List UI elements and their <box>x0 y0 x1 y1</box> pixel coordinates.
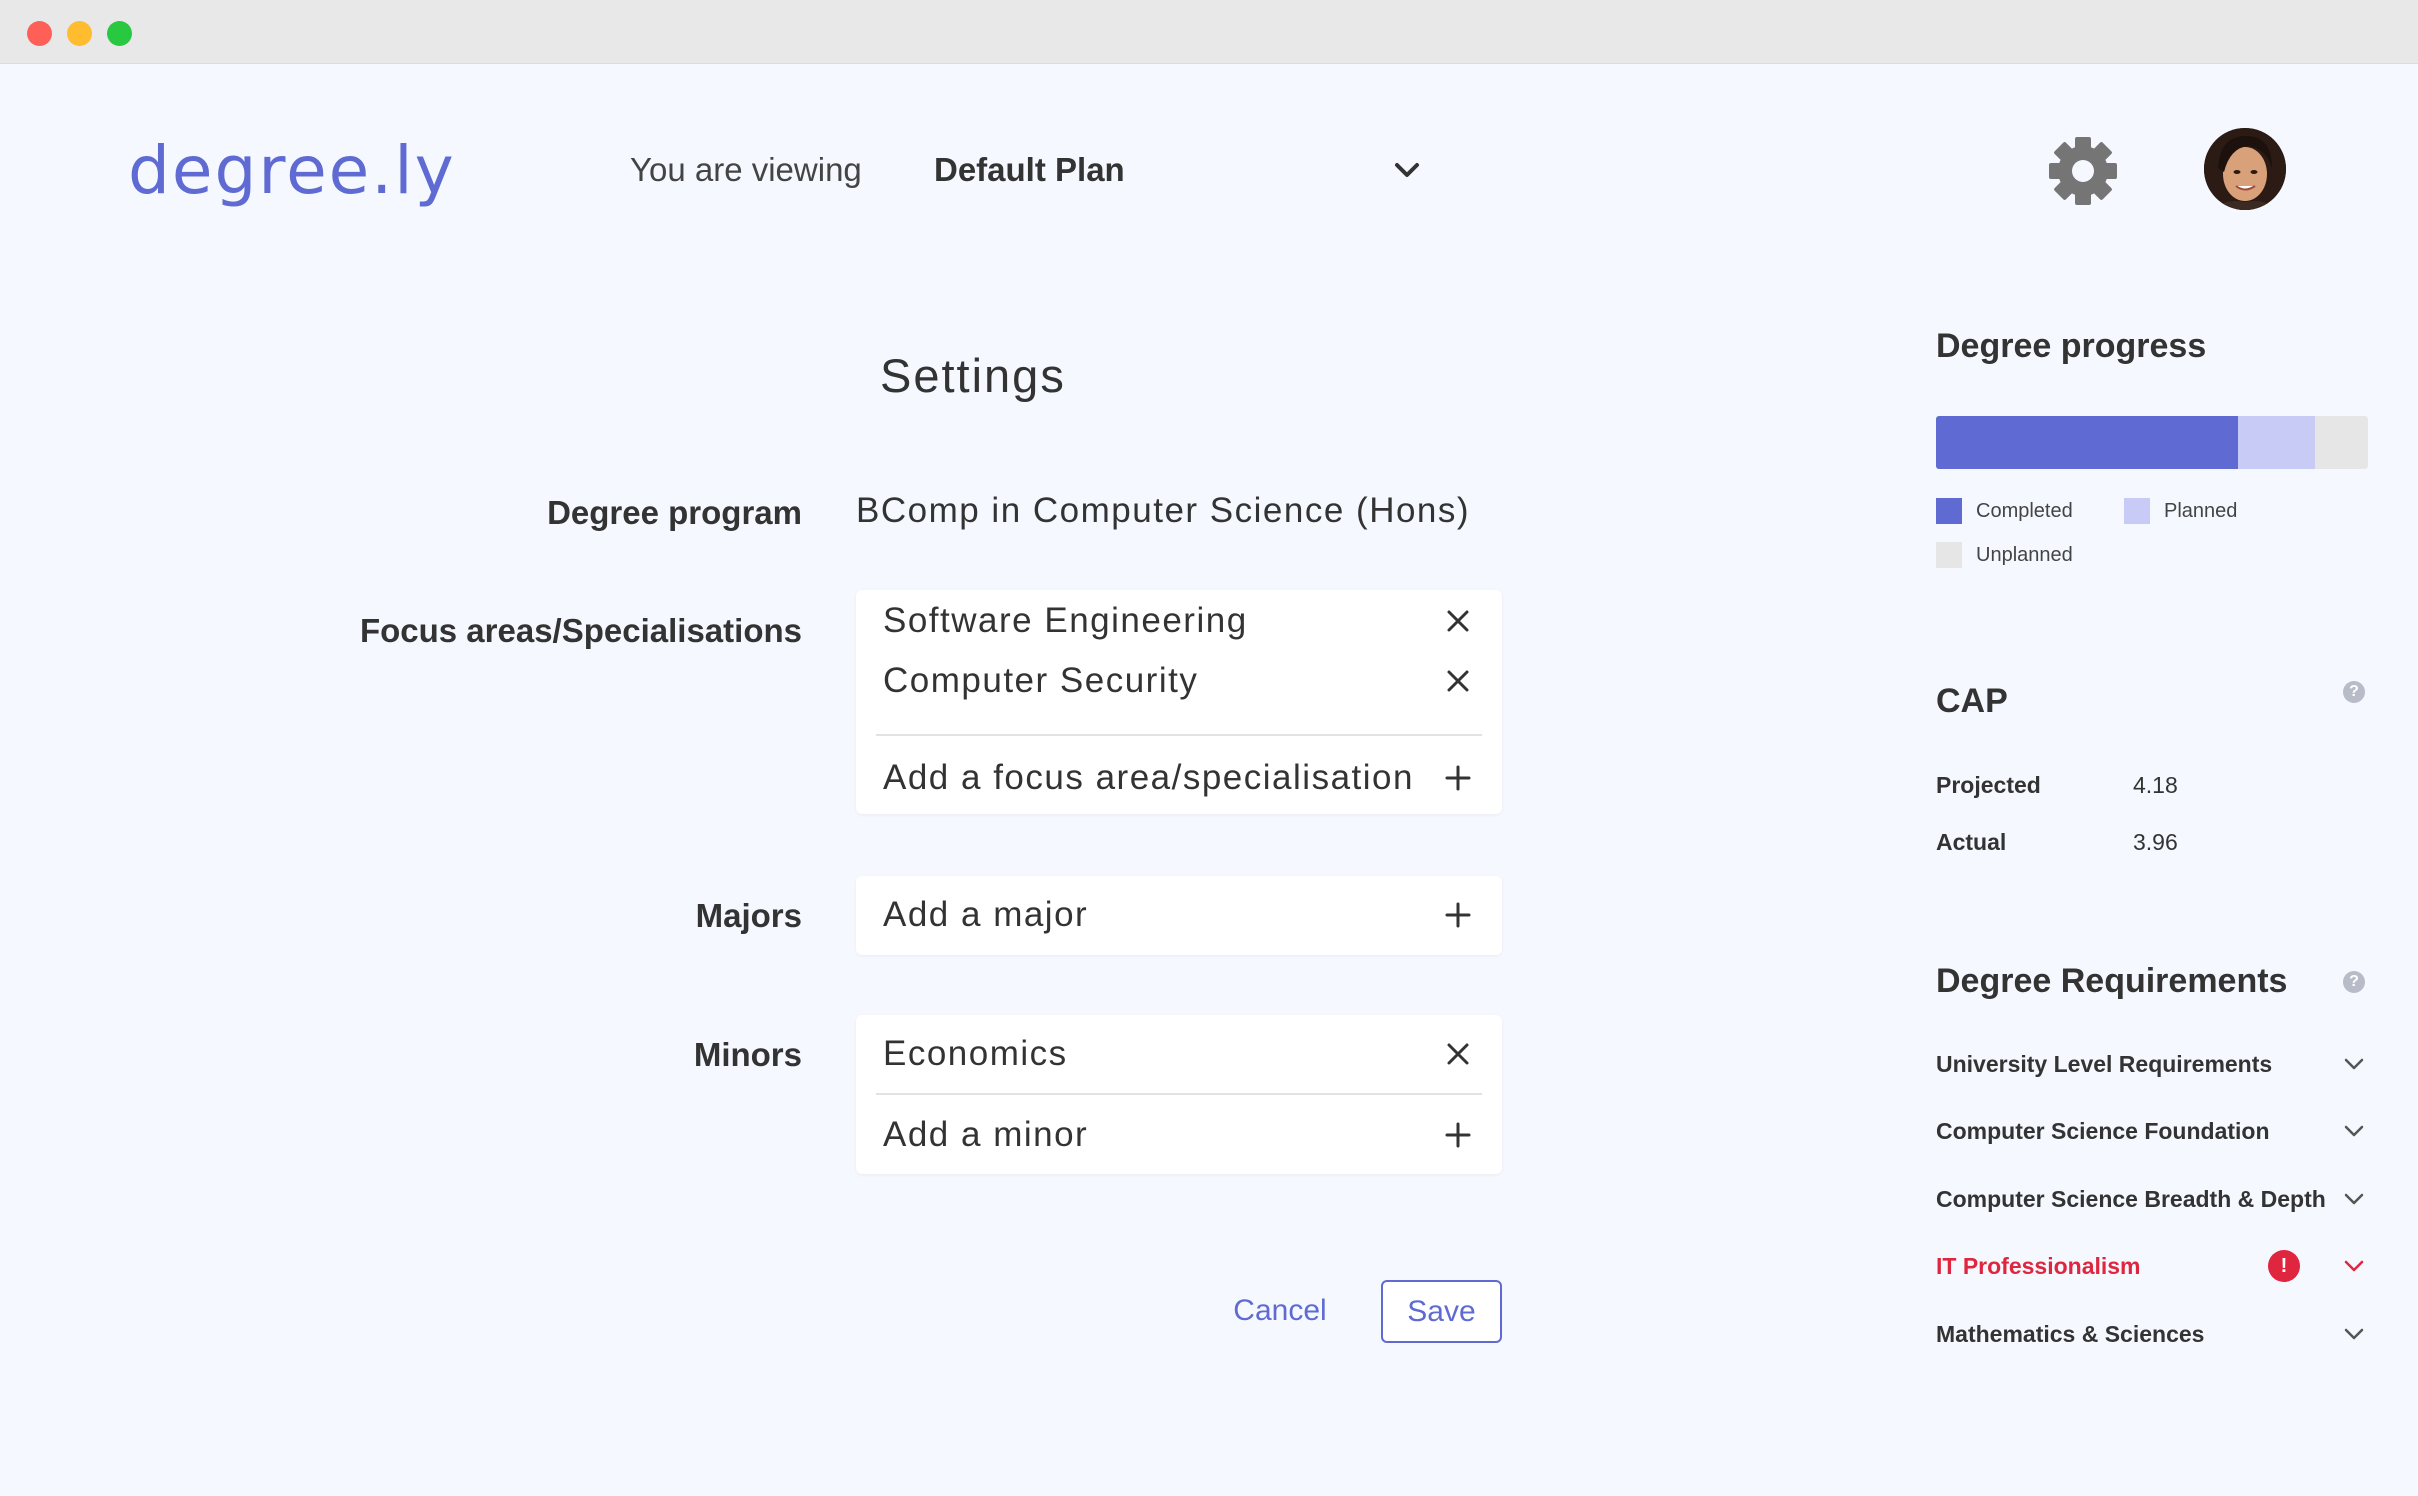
requirement-math-sciences[interactable]: Mathematics & Sciences <box>1936 1312 2366 1356</box>
plus-icon[interactable] <box>1444 1121 1472 1149</box>
majors-card: Add a major <box>856 876 1502 955</box>
requirement-label: IT Professionalism <box>1936 1252 2141 1279</box>
legend-swatch-planned <box>2124 498 2150 524</box>
cap-actual-label: Actual <box>1936 829 2007 855</box>
cap-projected-value: 4.18 <box>2133 772 2178 798</box>
legend-planned-label: Planned <box>2164 499 2238 522</box>
plus-icon[interactable] <box>1444 764 1472 792</box>
add-minor-label: Add a minor <box>883 1115 1089 1154</box>
help-icon[interactable]: ? <box>2343 971 2365 993</box>
legend-planned: Planned <box>2124 498 2237 524</box>
avatar-image <box>2204 128 2286 210</box>
requirement-label: University Level Requirements <box>1936 1050 2273 1077</box>
add-major-button[interactable]: Add a major <box>856 885 1502 945</box>
progress-planned-segment <box>2238 416 2316 469</box>
requirement-it-professionalism[interactable]: IT Professionalism <box>1936 1244 2366 1288</box>
save-button[interactable]: Save <box>1381 1280 1502 1343</box>
list-item: Software Engineering <box>856 591 1502 651</box>
user-avatar[interactable] <box>2204 128 2286 210</box>
warning-icon: ! <box>2268 1250 2300 1282</box>
add-focus-area-label: Add a focus area/specialisation <box>883 758 1414 797</box>
plan-select[interactable]: Default Plan <box>934 140 1424 200</box>
gear-icon[interactable] <box>2046 134 2120 208</box>
add-focus-area-button[interactable]: Add a focus area/specialisation <box>856 748 1502 808</box>
close-window-button[interactable] <box>27 21 52 46</box>
legend-swatch-completed <box>1936 498 1962 524</box>
degree-progress-bar <box>1936 416 2368 469</box>
divider <box>876 1093 1482 1095</box>
focus-item-label: Software Engineering <box>883 601 1248 640</box>
degree-requirements-title: Degree Requirements <box>1936 962 2288 1000</box>
list-item: Economics <box>856 1024 1502 1084</box>
list-item: Computer Security <box>856 651 1502 711</box>
requirement-cs-foundation[interactable]: Computer Science Foundation <box>1936 1109 2366 1153</box>
focus-item-label: Computer Security <box>883 661 1199 700</box>
requirement-cs-breadth-depth[interactable]: Computer Science Breadth & Depth <box>1936 1177 2366 1221</box>
chevron-down-icon <box>2344 1125 2364 1137</box>
close-icon[interactable] <box>1444 667 1472 695</box>
legend-swatch-unplanned <box>1936 542 1962 568</box>
page-title: Settings <box>880 349 1066 402</box>
cap-actual-value: 3.96 <box>2133 829 2178 855</box>
close-icon[interactable] <box>1444 607 1472 635</box>
degree-program-value: BComp in Computer Science (Hons) <box>856 491 1471 530</box>
plan-select-value: Default Plan <box>934 151 1125 188</box>
viewing-label: You are viewing <box>630 151 862 188</box>
add-major-label: Add a major <box>883 895 1089 934</box>
focus-areas-label: Focus areas/Specialisations <box>359 612 802 649</box>
requirement-university-level[interactable]: University Level Requirements <box>1936 1042 2366 1086</box>
requirement-label: Computer Science Foundation <box>1936 1117 2270 1144</box>
majors-label: Majors <box>695 897 802 934</box>
minors-card: Economics Add a minor <box>856 1015 1502 1174</box>
chevron-down-icon <box>2344 1193 2364 1205</box>
help-icon[interactable]: ? <box>2343 681 2365 703</box>
minimize-window-button[interactable] <box>67 21 92 46</box>
legend-completed: Completed <box>1936 498 2073 524</box>
cancel-button[interactable]: Cancel <box>1220 1280 1340 1342</box>
legend-completed-label: Completed <box>1976 499 2073 522</box>
minors-label: Minors <box>693 1036 802 1073</box>
plus-icon[interactable] <box>1444 901 1472 929</box>
chevron-down-icon <box>2344 1058 2364 1070</box>
legend-unplanned: Unplanned <box>1936 542 2073 568</box>
close-icon[interactable] <box>1444 1040 1472 1068</box>
legend-unplanned-label: Unplanned <box>1976 543 2073 566</box>
degree-progress-title: Degree progress <box>1936 327 2207 365</box>
requirement-label: Computer Science Breadth & Depth <box>1936 1185 2326 1212</box>
requirement-label: Mathematics & Sciences <box>1936 1320 2205 1347</box>
app-window: degree.ly You are viewing Default Plan S… <box>0 0 2418 1496</box>
focus-areas-card: Software Engineering Computer Security A… <box>856 590 1502 814</box>
degree-program-label: Degree program <box>547 494 802 531</box>
cap-title: CAP <box>1936 682 2008 720</box>
add-minor-button[interactable]: Add a minor <box>856 1105 1502 1165</box>
app-logo[interactable]: degree.ly <box>128 128 456 214</box>
window-titlebar <box>0 0 2418 64</box>
divider <box>876 734 1482 736</box>
chevron-down-icon <box>2344 1260 2364 1272</box>
progress-completed-segment <box>1936 416 2239 469</box>
chevron-down-icon <box>1395 163 1419 177</box>
maximize-window-button[interactable] <box>107 21 132 46</box>
cap-projected-label: Projected <box>1936 772 2041 798</box>
minor-item-label: Economics <box>883 1034 1068 1073</box>
chevron-down-icon <box>2344 1328 2364 1340</box>
